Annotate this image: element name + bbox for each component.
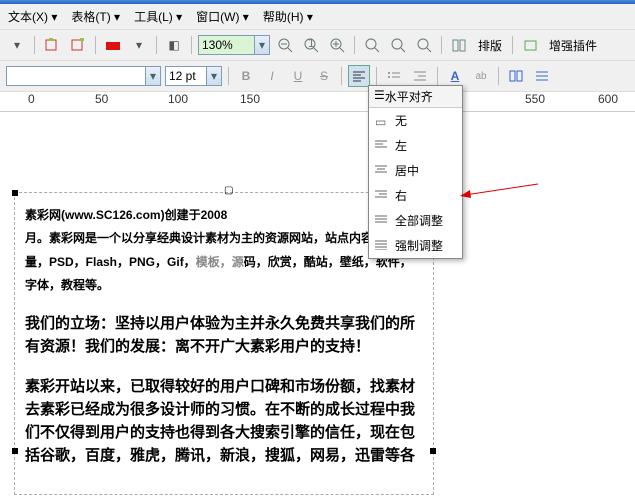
- layout-button[interactable]: 排版: [474, 34, 506, 56]
- layout-icon[interactable]: [448, 34, 470, 56]
- text-color-icon[interactable]: A: [444, 65, 466, 87]
- menu-help[interactable]: 帮助(H) ▾: [263, 8, 313, 25]
- body-para-2: 我们的立场：坚持以用户体验为主并永久免费共享我们的所有资源！我们的发展：离不开广…: [25, 312, 423, 359]
- align-none[interactable]: ▭无: [369, 108, 462, 133]
- bold-icon[interactable]: B: [235, 65, 257, 87]
- zoom-width-icon[interactable]: [387, 34, 409, 56]
- color-swatch-icon[interactable]: [102, 34, 124, 56]
- ruler: 0 50 100 150 550 600: [0, 92, 635, 112]
- chevron-down-icon[interactable]: ▾: [206, 67, 221, 85]
- align-force[interactable]: 强制调整: [369, 233, 462, 258]
- spacing-icon[interactable]: [531, 65, 553, 87]
- insert-box-icon[interactable]: [67, 34, 89, 56]
- tool-a-icon[interactable]: ◧: [163, 34, 185, 56]
- align-right[interactable]: 右: [369, 183, 462, 208]
- align-dropdown-button[interactable]: [348, 65, 370, 87]
- align-center[interactable]: 居中: [369, 158, 462, 183]
- insert-frame-icon[interactable]: [41, 34, 63, 56]
- menu-table[interactable]: 表格(T) ▾: [71, 8, 120, 25]
- zoom-input[interactable]: [199, 36, 254, 54]
- list-icon[interactable]: [383, 65, 405, 87]
- underline-icon[interactable]: U: [287, 65, 309, 87]
- column-marker-icon: ▢: [224, 185, 233, 196]
- chevron-down-icon[interactable]: ▾: [145, 67, 160, 85]
- outdent-icon[interactable]: [409, 65, 431, 87]
- menu-tools[interactable]: 工具(L) ▾: [134, 8, 182, 25]
- zoom-fit-icon[interactable]: [361, 34, 383, 56]
- body-para-1: 素彩网(www.SC126.com)创建于2008月。素彩网是一个以分享经典设计…: [25, 203, 423, 296]
- font-input[interactable]: [7, 67, 145, 85]
- zoom-combo[interactable]: ▾: [198, 35, 270, 55]
- plugin-icon[interactable]: [519, 34, 541, 56]
- body-para-3: 素彩开站以来，已取得较好的用户口碑和市场份额，找素材去素彩已经成为很多设计师的习…: [25, 375, 423, 468]
- annotation-arrow: [460, 182, 540, 202]
- align-justify[interactable]: 全部调整: [369, 208, 462, 233]
- svg-text:1: 1: [308, 38, 315, 50]
- strike-icon[interactable]: S: [313, 65, 335, 87]
- zoom-out-icon[interactable]: [274, 34, 296, 56]
- highlight-icon[interactable]: ab: [470, 65, 492, 87]
- plugin-button[interactable]: 增强插件: [545, 34, 601, 56]
- font-combo[interactable]: ▾: [6, 66, 161, 86]
- italic-icon[interactable]: I: [261, 65, 283, 87]
- size-input[interactable]: [166, 67, 206, 85]
- align-menu: ☰ 水平对齐 ▭无 左 居中 右 全部调整 强制调整: [368, 85, 463, 259]
- menu-window[interactable]: 窗口(W) ▾: [196, 8, 249, 25]
- dropdown-swatch-icon[interactable]: ▾: [128, 34, 150, 56]
- zoom-actual-icon[interactable]: 1: [300, 34, 322, 56]
- toolbar-main: ▾ ▾ ◧ ▾ 1 排版 增强插件: [0, 30, 635, 61]
- align-left[interactable]: 左: [369, 133, 462, 158]
- columns-icon[interactable]: [505, 65, 527, 87]
- menu-bar: 文本(X) ▾ 表格(T) ▾ 工具(L) ▾ 窗口(W) ▾ 帮助(H) ▾: [0, 4, 635, 30]
- zoom-page-icon[interactable]: [413, 34, 435, 56]
- zoom-in-icon[interactable]: [326, 34, 348, 56]
- chevron-down-icon[interactable]: ▾: [254, 36, 269, 54]
- dropdown-icon[interactable]: ▾: [6, 34, 28, 56]
- toolbar-format: ▾ ▾ B I U S A ab: [0, 61, 635, 92]
- align-menu-title: ☰ 水平对齐: [369, 86, 462, 108]
- size-combo[interactable]: ▾: [165, 66, 222, 86]
- menu-text[interactable]: 文本(X) ▾: [8, 8, 57, 25]
